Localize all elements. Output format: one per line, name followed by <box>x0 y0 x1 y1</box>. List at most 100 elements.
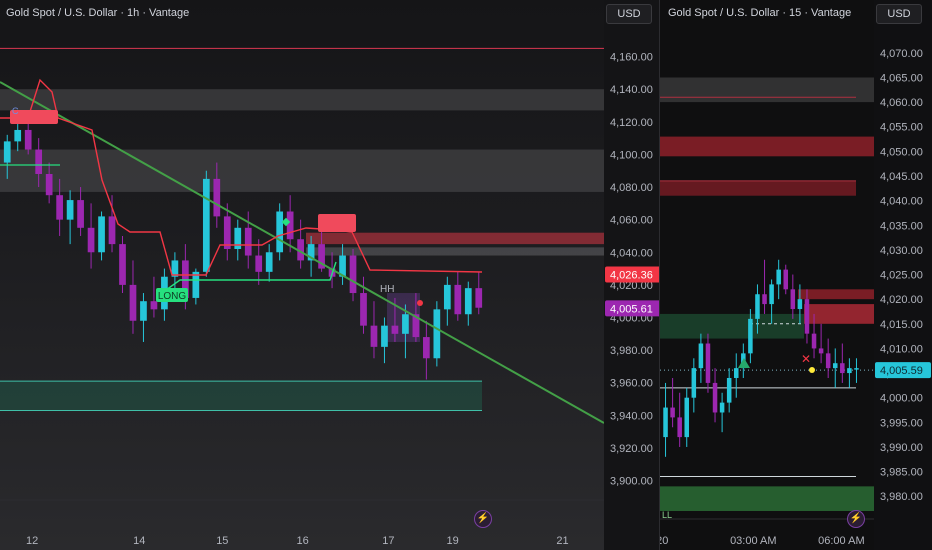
y-tick-label: 3,980.00 <box>880 491 923 503</box>
supply-zone-mid <box>0 149 604 192</box>
y-tick-label: 4,080.00 <box>610 182 653 194</box>
candle-body <box>391 325 399 334</box>
candle-body <box>783 269 789 290</box>
candle-body <box>349 255 357 294</box>
candle-body <box>3 141 11 163</box>
candle-body <box>192 271 200 298</box>
candle-body <box>670 407 675 418</box>
supply-zone-upper <box>0 89 604 111</box>
left-chart-title: Gold Spot / U.S. Dollar · 1h · Vantage <box>6 7 190 19</box>
resistance-zone-near <box>798 289 874 300</box>
x-tick-label: 21 <box>556 535 568 547</box>
x-tick-label: 15 <box>216 535 228 547</box>
candle-body <box>712 382 718 413</box>
x-tick-label: 17 <box>382 535 394 547</box>
candle-body <box>87 227 95 253</box>
y-tick-label: 4,140.00 <box>610 84 653 96</box>
resistance-zone <box>306 232 604 245</box>
demand-zone <box>0 381 482 411</box>
x-tick-label: 20 <box>660 535 668 547</box>
candle-body <box>45 173 53 196</box>
x-tick-label: 06:00 AM <box>818 535 864 547</box>
gray-band <box>306 247 604 256</box>
candle-body <box>790 289 796 310</box>
level-price-tag: 4,026.36 <box>610 270 653 282</box>
candle-body <box>66 200 74 220</box>
y-tick-label: 3,985.00 <box>880 467 923 479</box>
candle-body <box>223 216 231 250</box>
candle-body <box>98 216 105 253</box>
candle-body <box>276 211 284 253</box>
right-chart-title: Gold Spot / U.S. Dollar · 15 · Vantage <box>668 7 852 19</box>
x-tick-label: 16 <box>297 535 309 547</box>
candle-body <box>77 200 84 228</box>
y-tick-label: 4,060.00 <box>880 97 923 109</box>
candle-body <box>423 337 430 359</box>
y-tick-label: 4,010.00 <box>880 343 923 355</box>
left-currency-button[interactable]: USD <box>606 4 652 24</box>
candle-body <box>733 368 739 378</box>
y-tick-label: 3,920.00 <box>610 443 653 455</box>
right-lightning-icon[interactable]: ⚡ <box>847 510 865 528</box>
candle-body <box>475 288 483 308</box>
right-chart-pane[interactable]: ✕ LL 4,070.00 4,065.00 4,060.00 4,055.00 4,050… <box>660 0 932 550</box>
y-tick-label: 3,960.00 <box>610 378 653 390</box>
candle-body <box>108 216 116 245</box>
candle-body <box>677 417 682 438</box>
left-lightning-icon[interactable]: ⚡ <box>474 510 492 528</box>
long-label: LONG <box>158 291 187 302</box>
y-tick-label: 3,995.00 <box>880 417 923 429</box>
candle-body <box>402 314 409 334</box>
y-tick-label: 4,030.00 <box>880 245 923 257</box>
candle-body <box>433 309 441 359</box>
y-tick-label: 4,065.00 <box>880 72 923 84</box>
resistance-zone-mid <box>660 180 856 196</box>
candle-body <box>202 178 210 272</box>
candle-body <box>797 299 803 310</box>
candle-body <box>370 325 378 347</box>
resistance-zone-upper <box>660 136 874 157</box>
candle-body <box>171 260 179 277</box>
candle-body <box>14 129 22 142</box>
candle-body <box>719 402 725 413</box>
x-tick-label: 19 <box>447 535 459 547</box>
red-dot-marker <box>417 300 423 306</box>
candle-body <box>286 211 294 240</box>
demand-zone-mid <box>660 313 804 339</box>
candle-body <box>684 397 690 438</box>
candle-body <box>705 343 711 383</box>
y-tick-label: 4,040.00 <box>880 196 923 208</box>
candle-body <box>818 348 824 354</box>
candle-body <box>234 227 242 250</box>
candle-body <box>454 284 462 315</box>
y-tick-label: 3,940.00 <box>610 410 653 422</box>
candle-body <box>360 293 367 326</box>
candle-body <box>244 227 252 256</box>
y-tick-label: 4,040.00 <box>610 247 653 259</box>
candle-body <box>762 294 767 305</box>
y-tick-label: 4,160.00 <box>610 52 653 64</box>
candle-body <box>825 353 831 369</box>
candle-body <box>129 284 137 321</box>
y-tick-label: 3,900.00 <box>610 476 653 488</box>
left-chart-pane[interactable]: LONG HH C 4,160.00 4,140.00 4,120.00 4,100.00 4… <box>0 0 660 550</box>
candle-body <box>811 333 817 349</box>
candle-body <box>755 294 760 319</box>
right-chart-canvas[interactable]: ✕LL4,070.004,065.004,060.004,055.004,050… <box>660 0 932 550</box>
candle-body <box>840 363 845 374</box>
cross-marker: ✕ <box>801 352 811 366</box>
y-tick-label: 4,100.00 <box>610 149 653 161</box>
candle-body <box>726 377 732 403</box>
candle-body <box>776 269 781 285</box>
candle-body <box>443 284 451 310</box>
candle-body <box>140 301 147 321</box>
left-chart-canvas[interactable]: LONG HH C 4,160.00 4,140.00 4,120.00 4,100.00 4… <box>0 0 660 550</box>
sell-signal-marker[interactable] <box>318 214 356 232</box>
right-currency-button[interactable]: USD <box>876 4 922 24</box>
candle-body <box>847 368 852 374</box>
candle-body <box>854 368 859 370</box>
y-tick-label: 3,980.00 <box>610 345 653 357</box>
x-tick-label: 12 <box>26 535 38 547</box>
candle-body <box>769 284 774 305</box>
candle-body <box>381 325 388 347</box>
